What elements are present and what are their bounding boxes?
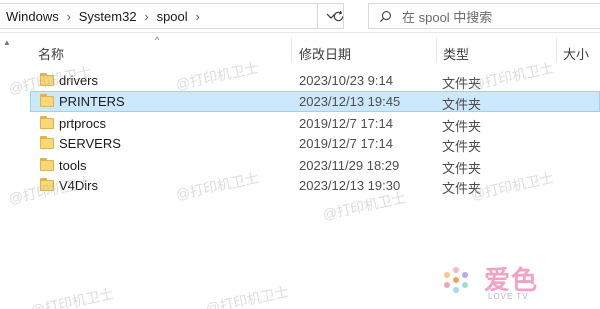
file-date: 2023/11/29 18:29 — [299, 158, 400, 173]
chevron-right-icon[interactable]: › — [188, 9, 208, 24]
breadcrumb-item-spool[interactable]: spool — [157, 9, 188, 24]
chevron-right-icon[interactable]: › — [137, 9, 157, 24]
file-row-prtprocs[interactable]: prtprocs 2019/12/7 17:14 文件夹 — [30, 113, 600, 134]
chevron-right-icon[interactable]: › — [59, 9, 79, 24]
folder-icon — [40, 158, 54, 171]
file-name: tools — [59, 158, 87, 173]
file-date: 2023/12/13 19:30 — [299, 178, 401, 193]
file-row-drivers[interactable]: drivers 2023/10/23 9:14 文件夹 — [30, 70, 600, 91]
column-header-name[interactable]: 名称 — [38, 44, 64, 63]
file-type: 文件夹 — [442, 139, 482, 154]
file-date: 2019/12/7 17:14 — [299, 136, 393, 151]
column-divider[interactable] — [556, 38, 557, 62]
brand-logo: 爱色 LOVE TV — [440, 258, 570, 306]
file-name: drivers — [59, 73, 99, 88]
navigation-pane-edge — [0, 34, 14, 309]
file-name: SERVERS — [59, 136, 121, 151]
file-row-tools[interactable]: tools 2023/11/29 18:29 文件夹 — [30, 155, 600, 176]
sort-ascending-icon: ^ — [155, 35, 160, 45]
column-header-size[interactable]: 大小 — [563, 44, 589, 63]
column-divider[interactable] — [291, 38, 292, 62]
refresh-icon — [333, 10, 343, 21]
file-date: 2019/12/7 17:14 — [299, 116, 393, 131]
column-header-date[interactable]: 修改日期 — [299, 44, 351, 63]
folder-icon — [40, 116, 54, 129]
flower-logo-icon — [444, 267, 468, 293]
file-row-printers[interactable]: PRINTERS 2023/12/13 19:45 文件夹 — [30, 91, 600, 112]
file-name: PRINTERS — [59, 94, 125, 109]
folder-icon — [40, 73, 54, 86]
refresh-button[interactable] — [323, 3, 353, 29]
toolbar: Windows › System32 › spool › 在 spool 中搜索 — [0, 0, 600, 33]
file-type: 文件夹 — [442, 97, 482, 112]
file-row-servers[interactable]: SERVERS 2019/12/7 17:14 文件夹 — [30, 133, 600, 154]
column-header-type[interactable]: 类型 — [443, 44, 469, 63]
file-name: prtprocs — [59, 116, 106, 131]
folder-icon — [40, 94, 54, 107]
file-date: 2023/12/13 19:45 — [299, 94, 401, 109]
file-type: 文件夹 — [442, 76, 482, 91]
file-type: 文件夹 — [442, 181, 482, 196]
file-name: V4Dirs — [59, 178, 99, 193]
logo-subtitle: LOVE TV — [488, 292, 529, 301]
file-row-v4dirs[interactable]: V4Dirs 2023/12/13 19:30 文件夹 — [30, 175, 600, 196]
folder-icon — [40, 178, 54, 191]
address-bar[interactable]: Windows › System32 › spool › — [0, 3, 318, 29]
search-icon — [379, 10, 391, 22]
file-date: 2023/10/23 9:14 — [299, 73, 393, 88]
watermark: @打印机卫士 — [204, 283, 290, 309]
watermark: @打印机卫士 — [29, 285, 115, 309]
folder-icon — [40, 136, 54, 149]
search-box[interactable]: 在 spool 中搜索 — [368, 3, 600, 29]
breadcrumb-item-system32[interactable]: System32 — [79, 9, 137, 24]
search-placeholder: 在 spool 中搜索 — [402, 9, 493, 25]
column-divider[interactable] — [436, 38, 437, 62]
breadcrumb-item-windows[interactable]: Windows — [6, 9, 59, 24]
